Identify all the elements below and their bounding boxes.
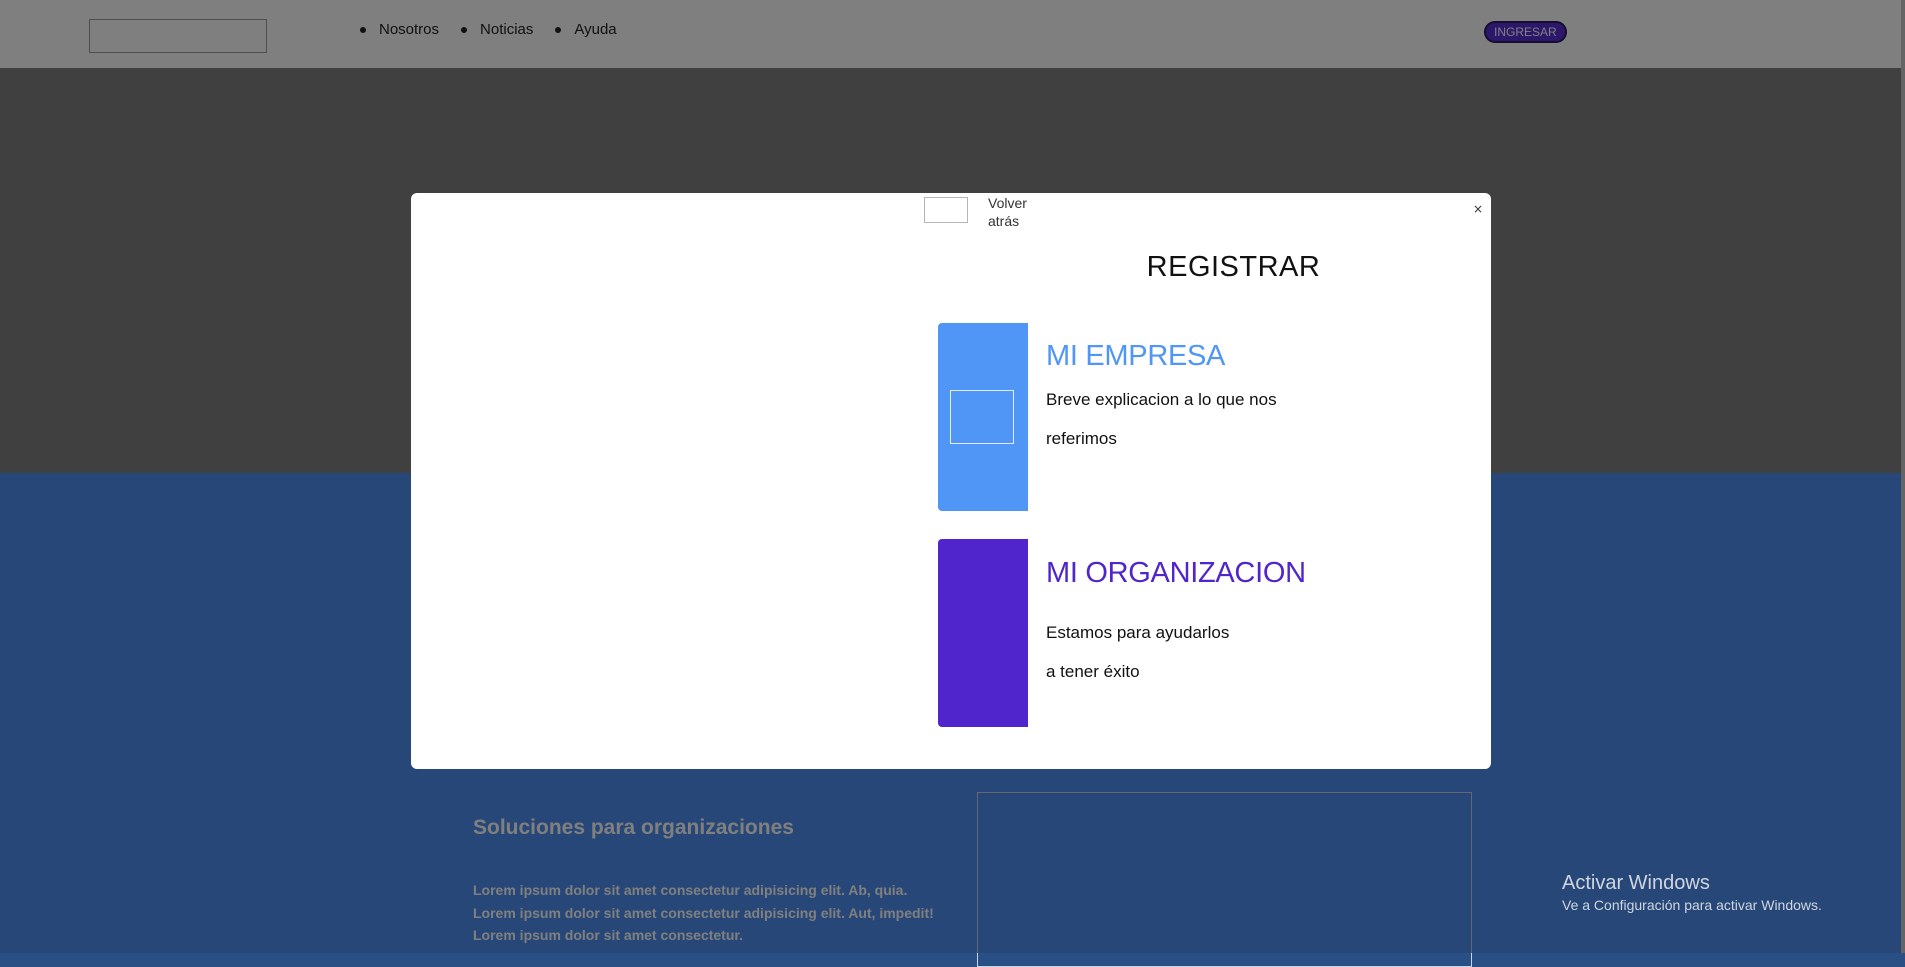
card-description: Breve explicacion a lo que nos referimos [1046,380,1346,458]
card-description-line: Breve explicacion a lo que nos [1046,390,1277,409]
activation-subtitle: Ve a Configuración para activar Windows. [1562,897,1822,913]
card-description-line: Estamos para ayudarlos [1046,623,1230,642]
windows-activation-watermark: Activar Windows Ve a Configuración para … [1562,871,1822,915]
register-option-organizacion[interactable]: MI ORGANIZACION Estamos para ayudarlos a… [938,539,1338,729]
modal-title: REGISTRAR [1146,251,1321,283]
empresa-color-block [938,323,1028,511]
activation-title: Activar Windows [1562,872,1710,894]
register-modal: × Volver atrás REGISTRAR MI EMPRESA Brev… [411,193,1491,769]
organizacion-color-block [938,539,1028,727]
register-option-empresa[interactable]: MI EMPRESA Breve explicacion a lo que no… [938,323,1338,513]
card-description-line: referimos [1046,429,1117,448]
card-title: MI ORGANIZACION [1046,557,1306,589]
back-arrow-icon[interactable] [924,197,968,223]
card-title: MI EMPRESA [1046,340,1226,372]
close-button[interactable]: × [1471,201,1485,217]
card-description: Estamos para ayudarlos a tener éxito [1046,613,1346,691]
card-description-line: a tener éxito [1046,662,1140,681]
back-link[interactable]: Volver atrás [988,194,1038,230]
empresa-image-icon [950,390,1014,444]
